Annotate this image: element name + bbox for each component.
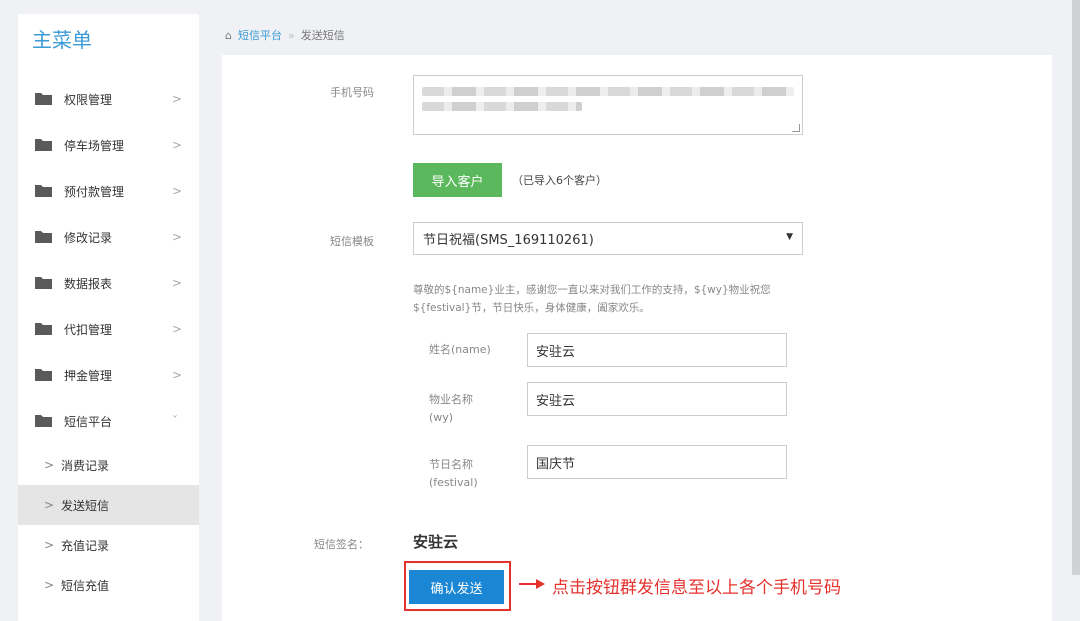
blurred-phone-numbers [422, 102, 582, 111]
sign-value: 安驻云 [413, 533, 459, 551]
param-festival-input[interactable]: 国庆节 [527, 445, 787, 479]
sidebar-subitem-label: 消费记录 [61, 458, 110, 473]
annotation-text: 点击按钮群发信息至以上各个手机号码 [552, 578, 841, 598]
home-icon: ⌂ [225, 28, 232, 42]
sidebar-item-label: 预付款管理 [64, 184, 125, 199]
breadcrumb-link[interactable]: 短信平台 [238, 27, 282, 43]
chevron-right-icon: > [44, 538, 55, 552]
sidebar-item-reports[interactable]: 数据报表 > [18, 260, 199, 306]
folder-icon [35, 323, 52, 335]
blurred-phone-numbers [422, 87, 794, 96]
folder-icon [35, 139, 52, 151]
folder-icon [35, 93, 52, 105]
chevron-right-icon: > [172, 322, 183, 336]
param-label-line: 姓名(name) [429, 343, 491, 356]
folder-icon [35, 185, 52, 197]
sidebar-item-permissions[interactable]: 权限管理 > [18, 76, 199, 122]
param-name-label: 姓名(name) [429, 341, 491, 359]
chevron-right-icon: > [172, 230, 183, 244]
sidebar-subitem-send-sms[interactable]: > 发送短信 [18, 485, 199, 525]
breadcrumb: ⌂ 短信平台 » 发送短信 [225, 27, 345, 43]
sidebar-subitem-label: 发送短信 [61, 498, 110, 513]
param-wy-input[interactable]: 安驻云 [527, 382, 787, 416]
resize-handle[interactable] [792, 124, 800, 132]
menu-title: 主菜单 [32, 28, 92, 52]
sidebar-item-label: 修改记录 [64, 230, 113, 245]
sidebar-subitem-label: 充值记录 [61, 538, 110, 553]
chevron-right-icon: > [172, 368, 183, 382]
folder-icon [35, 277, 52, 289]
sidebar-subitem-recharge-log[interactable]: > 充值记录 [18, 525, 199, 565]
sidebar-item-prepaid[interactable]: 预付款管理 > [18, 168, 199, 214]
param-label-line: 物业名称 [429, 393, 473, 406]
import-count-note: （已导入6个客户） [512, 174, 607, 187]
sidebar-subitem-sms-recharge[interactable]: > 短信充值 [18, 565, 199, 605]
caret-down-icon: ▼ [786, 232, 793, 242]
template-select-value: 节日祝福(SMS_169110261) [423, 233, 594, 248]
template-preview: 尊敬的${name}业主，感谢您一直以来对我们工作的支持，${wy}物业祝您${… [413, 284, 771, 314]
phone-label: 手机号码 [330, 86, 374, 99]
template-select[interactable]: 节日祝福(SMS_169110261) ▼ [413, 222, 803, 255]
param-name-input[interactable]: 安驻云 [527, 333, 787, 367]
chevron-down-icon: ˇ [172, 414, 178, 428]
folder-icon [35, 415, 52, 427]
send-sms-form: 手机号码 导入客户 （已导入6个客户） 短信模板 节日祝福(SMS_169110… [222, 55, 1052, 621]
chevron-right-icon: > [172, 138, 183, 152]
folder-icon [35, 231, 52, 243]
param-label-line: (wy) [429, 411, 454, 424]
folder-icon [35, 369, 52, 381]
phone-numbers-textarea[interactable] [413, 75, 803, 135]
sidebar-item-label: 权限管理 [64, 92, 113, 107]
param-wy-label: 物业名称 (wy) [429, 391, 473, 427]
sidebar-subitem-consumption-log[interactable]: > 消费记录 [18, 445, 199, 485]
param-festival-label: 节日名称 (festival) [429, 456, 478, 492]
import-customers-button[interactable]: 导入客户 [413, 163, 502, 197]
chevron-right-icon: > [172, 276, 183, 290]
breadcrumb-separator: » [287, 28, 295, 42]
sidebar-item-auto-debit[interactable]: 代扣管理 > [18, 306, 199, 352]
chevron-right-icon: > [44, 458, 55, 472]
breadcrumb-current: 发送短信 [300, 29, 345, 42]
sidebar-item-label: 短信平台 [64, 414, 113, 429]
scrollbar-thumb[interactable] [1072, 0, 1080, 575]
sidebar-item-label: 停车场管理 [64, 138, 125, 153]
chevron-right-icon: > [44, 498, 55, 512]
arrow-right-icon [519, 579, 545, 589]
confirm-send-button[interactable]: 确认发送 [409, 570, 504, 604]
template-label: 短信模板 [330, 235, 374, 248]
sidebar-item-change-log[interactable]: 修改记录 > [18, 214, 199, 260]
sidebar-item-label: 数据报表 [64, 276, 113, 291]
sidebar-item-parking[interactable]: 停车场管理 > [18, 122, 199, 168]
param-label-line: (festival) [429, 476, 478, 489]
sidebar-item-label: 押金管理 [64, 368, 113, 383]
sign-label: 短信签名： [314, 538, 369, 551]
sidebar-item-sms-platform[interactable]: 短信平台 ˇ [18, 398, 199, 444]
sidebar-item-deposit[interactable]: 押金管理 > [18, 352, 199, 398]
sidebar-subitem-label: 短信充值 [61, 578, 110, 593]
chevron-right-icon: > [44, 578, 55, 592]
sidebar-item-label: 代扣管理 [64, 322, 113, 337]
chevron-right-icon: > [172, 92, 183, 106]
chevron-right-icon: > [172, 184, 183, 198]
param-label-line: 节日名称 [429, 458, 473, 471]
sidebar: 主菜单 权限管理 > 停车场管理 > 预付款管理 > 修改记录 > 数据报表 >… [18, 14, 199, 621]
